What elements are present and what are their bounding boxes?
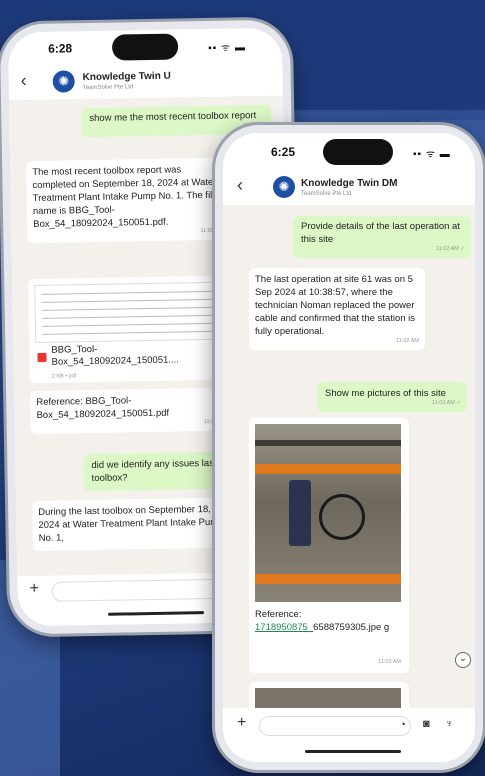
chat-area[interactable]: Provide details of the last operation at… — [223, 206, 475, 708]
reference-link[interactable]: 1718950875_ — [255, 622, 313, 633]
pdf-preview[interactable] — [34, 281, 222, 344]
photo-cable — [319, 494, 365, 540]
back-icon[interactable]: ‹ — [237, 175, 243, 196]
avatar[interactable]: ✺ — [52, 70, 75, 93]
dynamic-island — [111, 33, 179, 61]
scroll-down-icon[interactable]: ⌄ — [455, 652, 471, 668]
message-outgoing: Provide details of the last operation at… — [293, 216, 471, 258]
message-text: During the last toolbox on September 18,… — [38, 503, 224, 544]
reference-label: Reference: — [255, 609, 302, 620]
doc-line — [41, 322, 214, 327]
contact-subtitle: TeamSolve Pte Ltd — [301, 191, 352, 197]
doc-line — [41, 306, 214, 311]
doc-line — [41, 298, 214, 303]
dynamic-island — [323, 139, 393, 165]
image-message[interactable] — [249, 682, 409, 708]
doc-line — [41, 314, 214, 319]
message-text: Reference: BBG_Tool-Box_54_18092024_1500… — [36, 395, 170, 421]
message-incoming: During the last toolbox on September 18,… — [32, 497, 235, 552]
message-incoming: The most recent toolbox report was compl… — [26, 157, 230, 244]
reference-filename: 6588759305.jpe g — [313, 622, 390, 633]
pdf-icon — [37, 352, 47, 362]
file-meta: 2 KB • pdf — [51, 373, 77, 380]
site-photo[interactable] — [255, 424, 401, 602]
status-icons: ▪▪ ᯤ ▬ — [413, 149, 451, 160]
message-time: 11:03 AM ✓ — [432, 400, 461, 406]
file-message[interactable]: BBG_Tool-Box_54_18092024_150051.... 2 KB… — [28, 275, 226, 384]
photo-pipe — [255, 440, 401, 446]
photo-rail — [255, 574, 401, 584]
message-input[interactable]: ◔ — [259, 716, 411, 736]
logo-icon: ✺ — [278, 179, 290, 194]
photo-rail — [255, 464, 401, 474]
message-outgoing: Show me pictures of this site 11:03 AM ✓ — [317, 382, 467, 412]
status-time: 6:25 — [271, 145, 296, 159]
message-text: The last operation at site 61 was on 5 S… — [255, 274, 416, 337]
file-name: BBG_Tool-Box_54_18092024_150051.... — [51, 343, 180, 368]
contact-subtitle: TeamSolve Pte Ltd — [82, 84, 134, 92]
status-time: 6:28 — [48, 41, 73, 56]
message-text: show me the most recent toolbox report — [89, 110, 257, 125]
phone-front: 6:25 ▪▪ ᯤ ▬ ‹ ✺ Knowledge Twin DM TeamSo… — [215, 125, 483, 770]
logo-icon: ✺ — [58, 73, 70, 89]
status-icons: ▪▪ ᯤ ▬ — [208, 42, 247, 54]
message-text: Provide details of the last operation at… — [301, 221, 460, 245]
message-text: Show me pictures of this site — [325, 388, 446, 399]
mic-icon[interactable]: ♆ — [445, 718, 453, 730]
doc-line — [42, 330, 215, 335]
message-time: 11:02 AM — [396, 338, 419, 344]
plus-icon[interactable]: + — [237, 714, 246, 732]
image-message[interactable]: Reference: 1718950875_6588759305.jpe g 1… — [249, 418, 409, 673]
reference-text: Reference: 1718950875_6588759305.jpe g — [255, 608, 405, 634]
site-photo[interactable] — [255, 688, 401, 708]
message-input[interactable]: ◔ — [51, 578, 234, 602]
photo-device — [289, 480, 311, 546]
message-incoming: Reference: BBG_Tool-Box_54_18092024_1500… — [30, 387, 233, 435]
home-indicator[interactable] — [107, 611, 205, 616]
home-indicator[interactable] — [305, 750, 401, 753]
message-time: 11:03 AM — [378, 659, 401, 665]
camera-icon[interactable]: ◙ — [423, 718, 430, 730]
plus-icon[interactable]: + — [29, 580, 39, 598]
contact-name[interactable]: Knowledge Twin U — [83, 71, 171, 84]
message-time: 11:02 AM ✓ — [436, 246, 465, 252]
back-icon[interactable]: ‹ — [20, 70, 26, 91]
phone-front-screen: 6:25 ▪▪ ᯤ ▬ ‹ ✺ Knowledge Twin DM TeamSo… — [223, 133, 475, 762]
message-text: did we identify any issues last toolbox? — [91, 457, 217, 485]
composer: + ◔ ◙ ♆ — [223, 708, 475, 762]
chat-header: ‹ ✺ Knowledge Twin DM TeamSolve Pte Ltd — [223, 171, 475, 206]
doc-line — [41, 290, 214, 295]
contact-name[interactable]: Knowledge Twin DM — [301, 178, 397, 189]
message-incoming: The last operation at site 61 was on 5 S… — [249, 268, 425, 350]
chat-header: ‹ ✺ Knowledge Twin U TeamSolve Pte Ltd — [8, 61, 284, 102]
sticker-icon[interactable]: ◔ — [399, 719, 406, 731]
message-text: The most recent toolbox report was compl… — [32, 164, 218, 231]
avatar[interactable]: ✺ — [273, 176, 295, 198]
